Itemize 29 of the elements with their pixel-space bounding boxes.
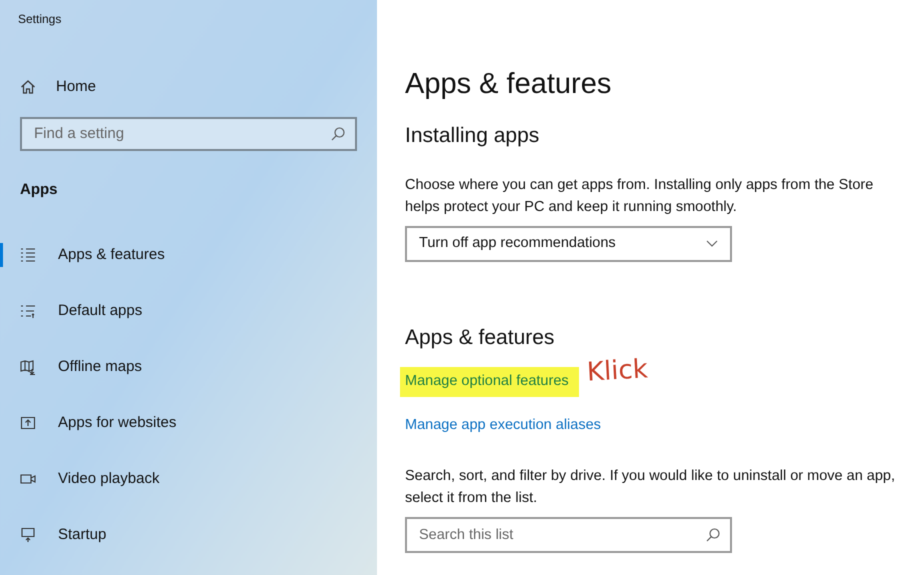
- search-icon: [706, 528, 720, 542]
- sidebar-item[interactable]: Offline maps: [0, 355, 142, 379]
- search-field[interactable]: Find a setting: [20, 116, 357, 150]
- home-icon: [20, 79, 36, 96]
- handwritten-annotation: Klick: [586, 353, 649, 390]
- link[interactable]: Manage optional features: [400, 367, 579, 397]
- section-heading: Installing apps: [405, 123, 540, 149]
- section-heading: Apps & features: [405, 324, 554, 350]
- link[interactable]: Manage app execution aliases: [405, 414, 601, 436]
- window-title: Settings: [18, 11, 62, 28]
- list-icon: [20, 303, 36, 319]
- map-icon: [20, 359, 36, 375]
- sidebar-item[interactable]: Default apps: [0, 299, 142, 323]
- monitor-arrow-icon: [20, 527, 36, 543]
- description-text: Choose where you can get apps from. Installing only apps from the Store helps protect your PC and keep it running smoothly.: [405, 176, 874, 216]
- sidebar-item[interactable]: Startup: [0, 523, 106, 547]
- dropdown[interactable]: Turn off app recommendations: [405, 226, 732, 262]
- search-icon: [331, 126, 345, 140]
- sidebar-item[interactable]: Video playback: [0, 467, 160, 491]
- page-title: Apps & features: [405, 67, 612, 102]
- window-upload-icon: [20, 415, 36, 431]
- search-field[interactable]: Search this list: [405, 516, 732, 552]
- section-heading: Apps: [20, 180, 58, 200]
- description-text: Search, sort, and filter by drive. If you would like to uninstall or move an app, select it from the list.: [405, 466, 896, 508]
- home-link[interactable]: Home: [20, 76, 96, 98]
- sidebar-item[interactable]: Apps for websites: [0, 411, 176, 435]
- chevron-down-icon: [706, 240, 718, 248]
- list-icon: [20, 247, 36, 263]
- sidebar-item[interactable]: Apps & features: [0, 243, 165, 267]
